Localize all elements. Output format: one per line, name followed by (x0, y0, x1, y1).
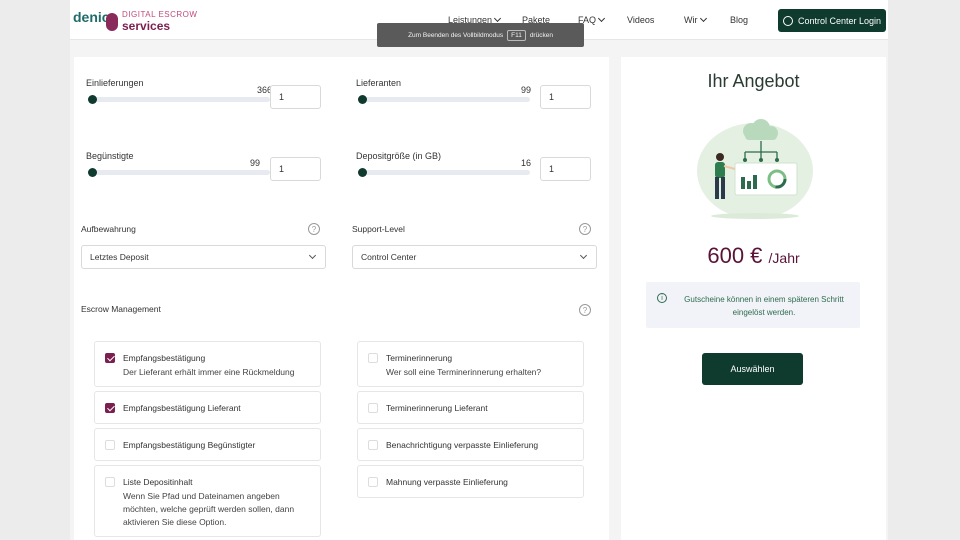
slider-track[interactable] (358, 95, 530, 104)
slider-label: Begünstigte (86, 151, 134, 161)
slider-max-value: 99 (520, 85, 531, 95)
fullscreen-hint-banner: Zum Beenden des Vollbildmodus F11 drücke… (377, 23, 584, 47)
chevron-down-icon (494, 14, 502, 23)
option-empfangsbestaetigung-lieferant[interactable]: Empfangsbestätigung Lieferant (94, 391, 321, 424)
checkbox[interactable] (368, 477, 378, 487)
voucher-info-box: i Gutscheine können in einem späteren Sc… (646, 282, 860, 328)
chevron-down-icon (597, 14, 606, 23)
escrow-management-title: Escrow Management (81, 304, 161, 314)
nav-blog[interactable]: Blog (730, 15, 748, 25)
option-title: Liste Depositinhalt (123, 477, 193, 487)
lieferanten-input[interactable]: 1 (540, 85, 591, 109)
slider-track[interactable] (88, 95, 270, 104)
slider-label: Depositgröße (in GB) (356, 151, 442, 161)
option-terminerinnerung-lieferant[interactable]: Terminerinnerung Lieferant (357, 391, 584, 424)
user-circle-icon (782, 15, 793, 26)
page: denic DIGITAL ESCROW services Leistungen… (70, 0, 888, 540)
logo-text[interactable]: denic (73, 9, 110, 25)
slider-thumb[interactable] (358, 168, 367, 177)
option-title: Empfangsbestätigung (123, 353, 206, 363)
support-level-select[interactable]: Control Center (352, 245, 597, 269)
aufbewahrung-select[interactable]: Letztes Deposit (81, 245, 326, 269)
option-title: Terminerinnerung Lieferant (386, 403, 488, 413)
logo-subtitle: DIGITAL ESCROW (122, 10, 198, 19)
slider-max-value: 99 (249, 158, 260, 168)
configuration-panel: Einlieferungen 366 1 Lieferanten 99 1 Be… (74, 57, 609, 540)
checkbox[interactable] (368, 353, 378, 363)
slider-max-value: 366 (256, 85, 272, 95)
aufbewahrung-label: Aufbewahrung (81, 224, 136, 234)
slider-label: Lieferanten (356, 78, 402, 88)
slider-track[interactable] (88, 168, 270, 177)
slider-track[interactable] (358, 168, 530, 177)
price-amount: 600 € (707, 243, 763, 268)
voucher-info-text: Gutscheine können in einem späteren Schr… (684, 295, 844, 317)
checkbox[interactable] (105, 477, 115, 487)
price-unit: /Jahr (768, 250, 800, 266)
select-offer-button[interactable]: Auswählen (702, 353, 803, 385)
chevron-down-icon (579, 251, 588, 260)
price-display: 600 € /Jahr (621, 243, 886, 269)
chevron-down-icon (699, 14, 707, 23)
slider-thumb[interactable] (358, 95, 367, 104)
nav-wir[interactable]: Wir (684, 14, 707, 25)
chevron-down-icon (308, 251, 317, 260)
option-terminerinnerung[interactable]: Terminerinnerung Wer soll eine Termineri… (357, 341, 584, 387)
checkbox[interactable] (105, 403, 115, 413)
checkbox[interactable] (368, 440, 378, 450)
option-title: Mahnung verpasste Einlieferung (386, 477, 508, 487)
option-empfangsbestaetigung-beguenstigter[interactable]: Empfangsbestätigung Begünstigter (94, 428, 321, 461)
help-icon[interactable]: ? (579, 223, 591, 235)
option-mahnung-verpasste-einlieferung[interactable]: Mahnung verpasste Einlieferung (357, 465, 584, 498)
option-title: Terminerinnerung (386, 353, 453, 363)
slider-thumb[interactable] (88, 168, 97, 177)
nav-videos[interactable]: Videos (627, 15, 654, 25)
help-icon[interactable]: ? (308, 223, 320, 235)
beguenstigte-input[interactable]: 1 (270, 157, 321, 181)
einlieferungen-input[interactable]: 1 (270, 85, 321, 109)
option-liste-depositinhalt[interactable]: Liste Depositinhalt Wenn Sie Pfad und Da… (94, 465, 321, 537)
checkbox[interactable] (105, 440, 115, 450)
offer-panel: Ihr Angebot 600 € /Jahr i Gutscheine kön… (621, 57, 886, 540)
option-description: Wenn Sie Pfad und Dateinamen angeben möc… (123, 491, 295, 527)
slider-max-value: 16 (520, 158, 531, 168)
help-icon[interactable]: ? (579, 304, 591, 316)
option-empfangsbestaetigung[interactable]: Empfangsbestätigung Der Lieferant erhält… (94, 341, 321, 387)
option-description: Wer soll eine Terminerinnerung erhalten? (386, 367, 542, 377)
offer-title: Ihr Angebot (707, 71, 800, 91)
logo-mark-icon (106, 13, 118, 31)
checkbox[interactable] (368, 403, 378, 413)
option-benachrichtigung-verpasste-einlieferung[interactable]: Benachrichtigung verpasste Einlieferung (357, 428, 584, 461)
option-title: Benachrichtigung verpasste Einlieferung (386, 440, 539, 450)
option-description: Der Lieferant erhält immer eine Rückmeld… (123, 367, 295, 377)
control-center-login-button[interactable]: Control Center Login (778, 9, 886, 32)
info-icon: i (657, 293, 667, 303)
slider-label: Einlieferungen (86, 78, 144, 88)
option-title: Empfangsbestätigung Begünstigter (123, 440, 256, 450)
checkbox[interactable] (105, 353, 115, 363)
slider-thumb[interactable] (88, 95, 97, 104)
support-level-label: Support-Level (352, 224, 405, 234)
logo-services: services (122, 19, 171, 33)
option-title: Empfangsbestätigung Lieferant (123, 403, 241, 413)
f11-key: F11 (507, 29, 526, 41)
depositgroesse-input[interactable]: 1 (540, 157, 591, 181)
cloud-dashboard-illustration (697, 119, 813, 219)
